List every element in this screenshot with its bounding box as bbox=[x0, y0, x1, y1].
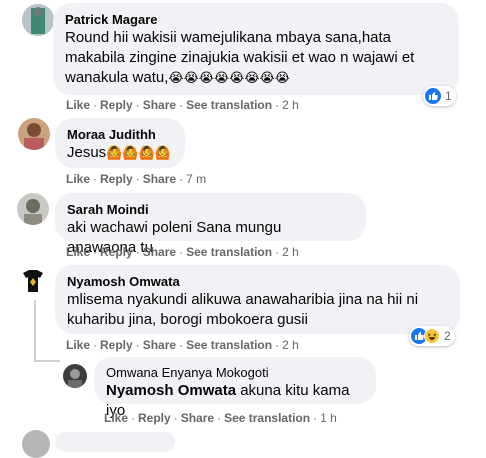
comment-timestamp[interactable]: 2 h bbox=[282, 98, 299, 112]
avatar[interactable] bbox=[22, 4, 54, 36]
reply-button[interactable]: Reply bbox=[100, 338, 133, 352]
comment-bubble: Sarah Moindi aki wachawi poleni Sana mun… bbox=[55, 193, 366, 256]
avatar[interactable] bbox=[63, 364, 87, 388]
share-button[interactable]: Share bbox=[143, 172, 176, 186]
comment-author[interactable]: Patrick Magare bbox=[65, 11, 447, 28]
like-button[interactable]: Like bbox=[66, 245, 90, 259]
reaction-summary[interactable]: 2 bbox=[409, 326, 455, 346]
comment-bubble bbox=[55, 432, 175, 452]
mention-link[interactable]: Nyamosh Omwata bbox=[106, 382, 236, 399]
comment-bubble: Patrick Magare Round hii wakisii wamejul… bbox=[53, 3, 459, 95]
comment-text-body: Jesus bbox=[67, 144, 107, 161]
comment-author[interactable]: Omwana Enyanya Mokogoti bbox=[106, 364, 364, 381]
comment-author[interactable]: Moraa Judithh bbox=[67, 126, 173, 143]
comment-actions: Like · Reply · Share · 7 m bbox=[66, 172, 207, 186]
comment-bubble: Moraa Judithh Jesus🙆🙆🙆🙆 bbox=[55, 118, 185, 168]
reaction-count: 2 bbox=[444, 329, 451, 343]
avatar[interactable] bbox=[17, 265, 49, 297]
comment-text: mlisema nyakundi alikuwa anawaharibia ji… bbox=[67, 291, 419, 328]
thread-connector bbox=[34, 360, 60, 362]
comment-timestamp[interactable]: 2 h bbox=[282, 245, 299, 259]
comment-timestamp[interactable]: 1 h bbox=[320, 411, 337, 425]
comment-timestamp[interactable]: 7 m bbox=[186, 172, 206, 186]
thread-line bbox=[34, 300, 36, 362]
share-button[interactable]: Share bbox=[143, 245, 176, 259]
share-button[interactable]: Share bbox=[143, 98, 176, 112]
see-translation-button[interactable]: See translation bbox=[186, 245, 272, 259]
like-button[interactable]: Like bbox=[66, 172, 90, 186]
comment-text: Jesus🙆🙆🙆🙆 bbox=[67, 143, 173, 163]
share-button[interactable]: Share bbox=[181, 411, 214, 425]
share-button[interactable]: Share bbox=[143, 338, 176, 352]
avatar[interactable] bbox=[22, 430, 50, 458]
see-translation-button[interactable]: See translation bbox=[186, 338, 272, 352]
reply-bubble: Omwana Enyanya Mokogoti Nyamosh Omwata a… bbox=[94, 357, 376, 419]
comment-actions: Like · Reply · Share · See translation · 1 h bbox=[104, 411, 337, 425]
comment-actions: Like · Reply · Share · See translation · 2 h bbox=[66, 245, 299, 259]
crying-emoji-icon: 😭😭😭😭😭😭😭😭 bbox=[168, 70, 290, 86]
see-translation-button[interactable]: See translation bbox=[224, 411, 310, 425]
reply-button[interactable]: Reply bbox=[100, 245, 133, 259]
like-button[interactable]: Like bbox=[66, 98, 90, 112]
reaction-count: 1 bbox=[445, 89, 452, 103]
comment-text: Round hii wakisii wamejulikana mbaya san… bbox=[65, 28, 447, 88]
avatar[interactable] bbox=[18, 118, 50, 150]
avatar[interactable] bbox=[17, 193, 49, 225]
comment-actions: Like · Reply · Share · See translation · 2 h bbox=[66, 98, 299, 112]
like-button[interactable]: Like bbox=[104, 411, 128, 425]
like-reaction-icon bbox=[425, 88, 441, 104]
comment-bubble: Nyamosh Omwata mlisema nyakundi alikuwa … bbox=[55, 265, 460, 334]
woman-gesturing-ok-emoji-icon: 🙆🙆🙆🙆 bbox=[106, 145, 171, 161]
haha-reaction-icon bbox=[424, 328, 440, 344]
reply-button[interactable]: Reply bbox=[100, 98, 133, 112]
reply-button[interactable]: Reply bbox=[100, 172, 133, 186]
comment-timestamp[interactable]: 2 h bbox=[282, 338, 299, 352]
reply-button[interactable]: Reply bbox=[138, 411, 171, 425]
comment-actions: Like · Reply · Share · See translation · 2 h bbox=[66, 338, 299, 352]
like-button[interactable]: Like bbox=[66, 338, 90, 352]
comment-author[interactable]: Nyamosh Omwata bbox=[67, 273, 448, 290]
see-translation-button[interactable]: See translation bbox=[186, 98, 272, 112]
reaction-summary[interactable]: 1 bbox=[423, 86, 456, 106]
comment-author[interactable]: Sarah Moindi bbox=[67, 201, 354, 218]
